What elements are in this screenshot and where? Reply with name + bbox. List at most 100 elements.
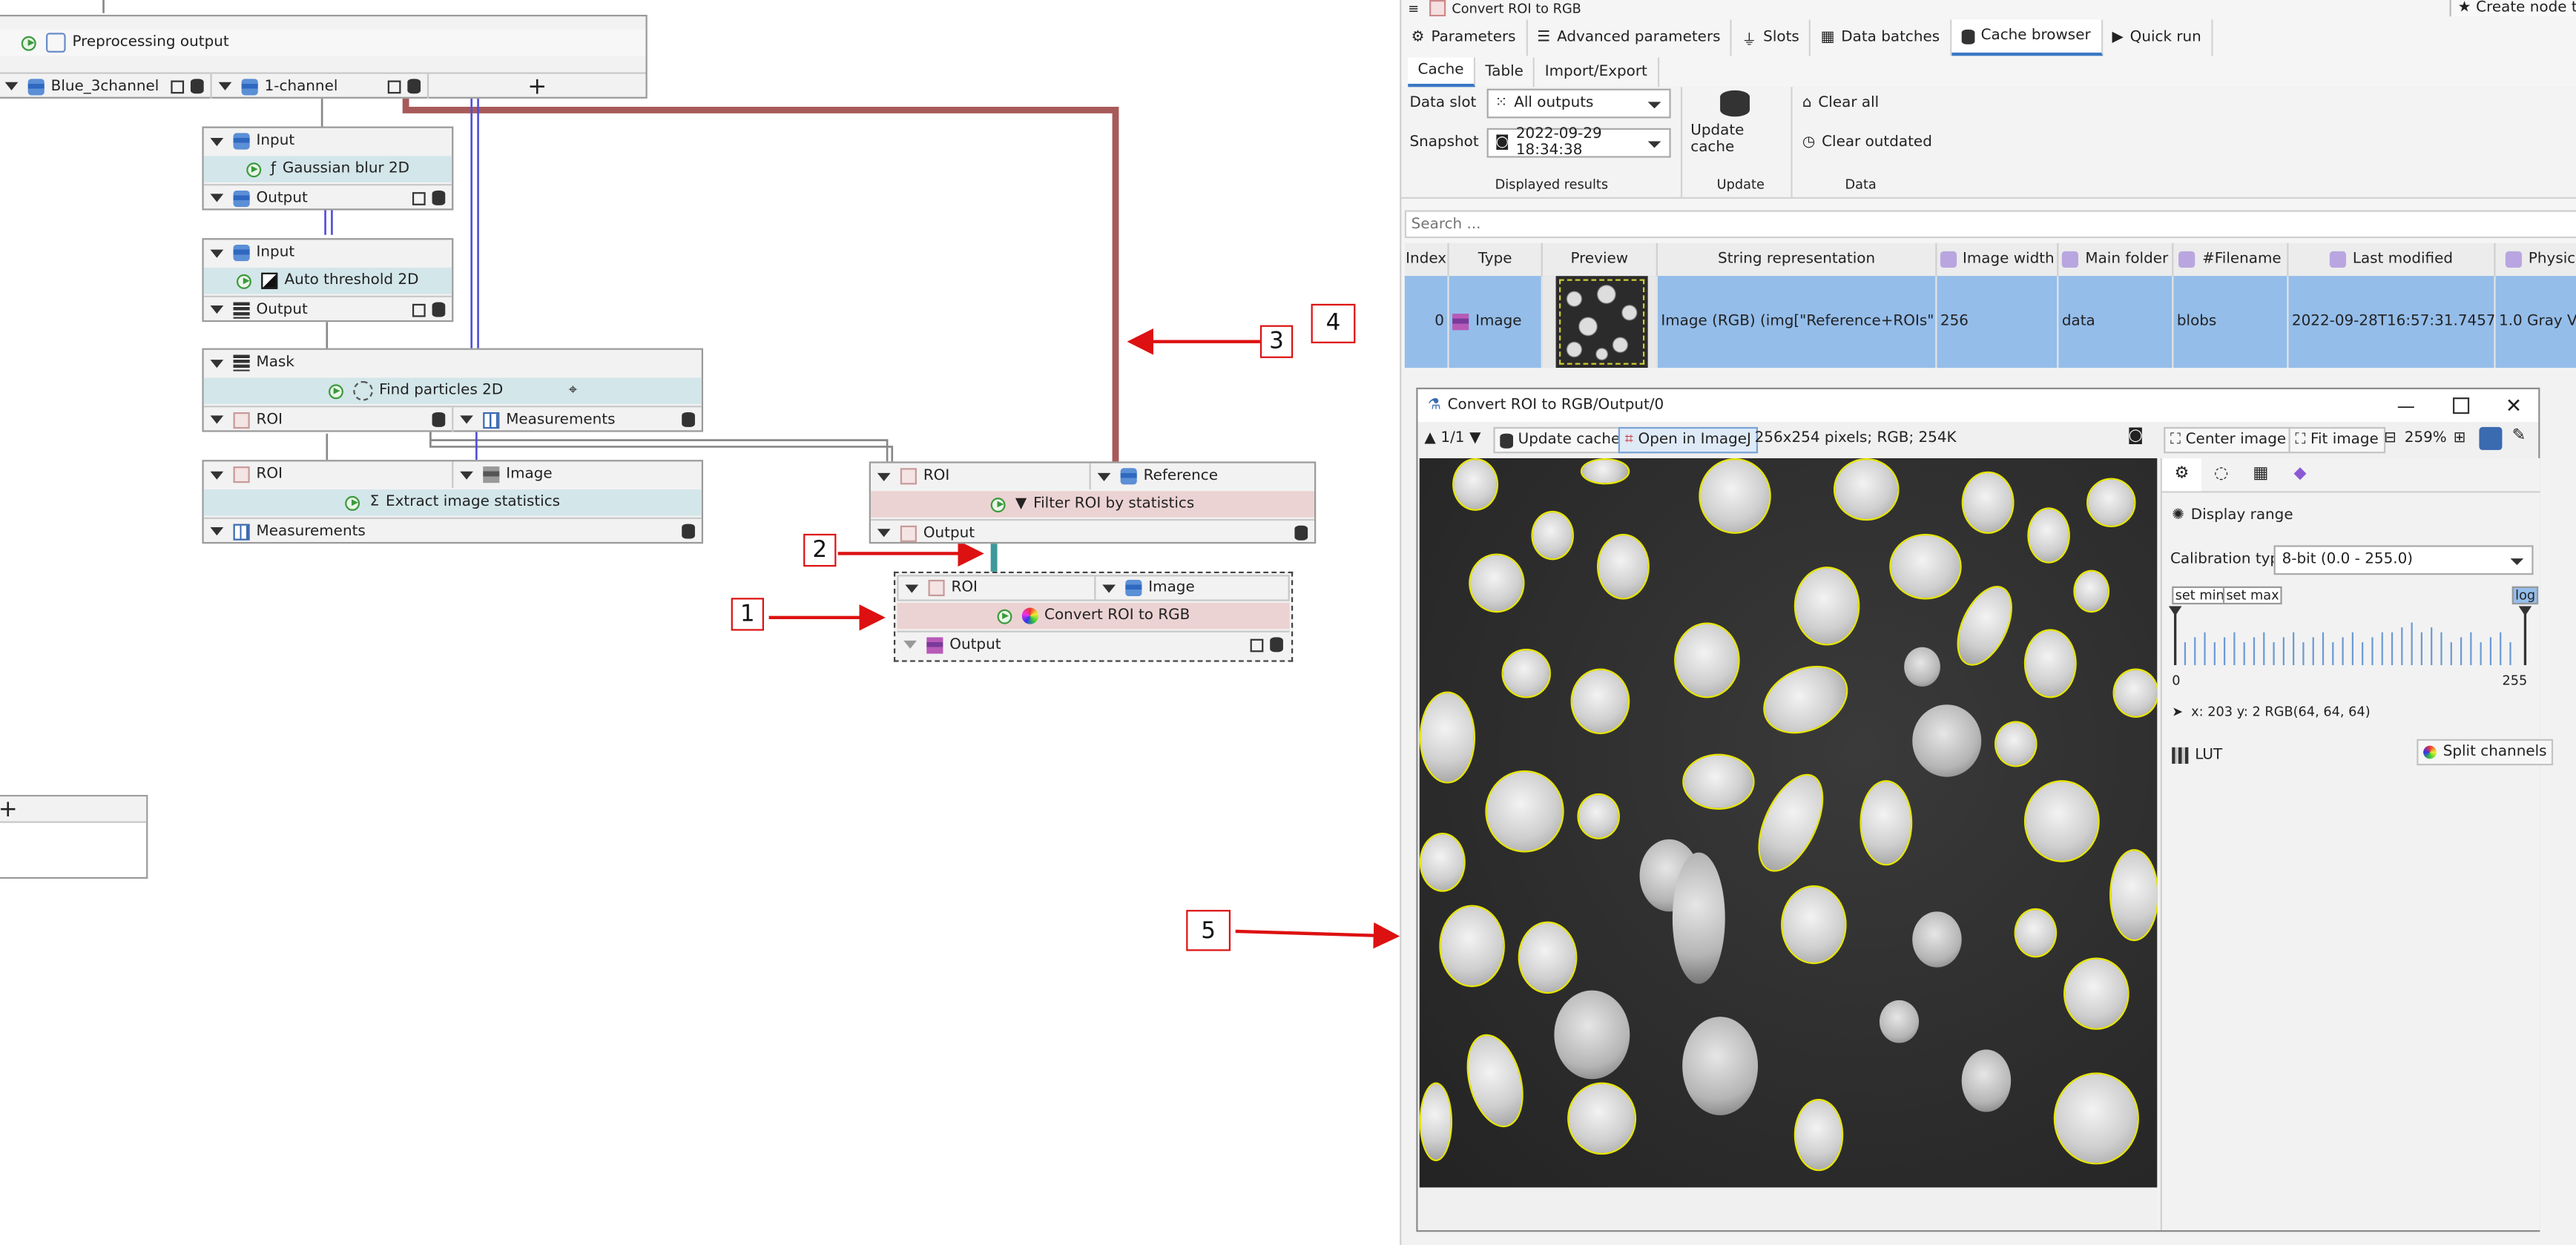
fit-image-button[interactable]: ⛶ Fit image bbox=[2288, 426, 2385, 454]
output-slot-1-channel[interactable]: 1-channel bbox=[212, 73, 429, 99]
chevron-down-icon[interactable] bbox=[210, 305, 224, 314]
column-header-image-width[interactable]: Image width bbox=[1937, 242, 2059, 277]
data-slot-dropdown[interactable]: ⁙ All outputs bbox=[1486, 88, 1671, 119]
split-channels-button[interactable]: Split channels bbox=[2417, 739, 2554, 766]
cache-db-icon[interactable] bbox=[432, 190, 446, 205]
tab-data-batches[interactable]: ▦ Data batches bbox=[1811, 19, 1951, 56]
input-slot-roi[interactable]: ROI bbox=[204, 461, 454, 488]
subtab-cache[interactable]: Cache bbox=[1408, 57, 1476, 87]
histogram[interactable] bbox=[2168, 606, 2534, 666]
graph-canvas[interactable]: Preprocessing output Blue_3channel 1-cha… bbox=[0, 0, 1400, 1245]
chevron-down-icon[interactable] bbox=[218, 82, 232, 90]
roi-tab-icon[interactable]: ◌ bbox=[2201, 458, 2241, 491]
node-convert-roi-to-rgb[interactable]: ROI Image Convert ROI to RGB Output bbox=[893, 571, 1294, 662]
cache-db-icon[interactable] bbox=[432, 412, 446, 427]
tags-tab-icon[interactable]: ◆ bbox=[2280, 458, 2319, 491]
subtab-table[interactable]: Table bbox=[1475, 57, 1535, 87]
set-min-button[interactable]: set min bbox=[2172, 586, 2228, 605]
tab-quick-run[interactable]: ▶ Quick run bbox=[2102, 19, 2213, 56]
image-canvas[interactable] bbox=[1419, 458, 2158, 1188]
column-header-string-representation[interactable]: String representation bbox=[1658, 242, 1937, 277]
node-preprocessing-output[interactable]: Preprocessing output Blue_3channel 1-cha… bbox=[0, 14, 648, 99]
zoom-out-icon[interactable]: ⊟ bbox=[2384, 430, 2397, 446]
cache-db-icon[interactable] bbox=[190, 79, 204, 94]
menu-icon[interactable]: ≡ bbox=[1408, 1, 1419, 16]
chevron-down-icon[interactable] bbox=[4, 82, 19, 90]
zoom-in-icon[interactable]: ⊞ bbox=[2454, 430, 2466, 446]
column-header-index[interactable]: Index bbox=[1405, 242, 1449, 277]
slot-snapshot-icon[interactable] bbox=[412, 303, 426, 317]
maximize-button[interactable] bbox=[2452, 397, 2470, 415]
chevron-down-icon[interactable] bbox=[210, 194, 224, 202]
add-slot-button[interactable]: + bbox=[0, 796, 147, 823]
tab-parameters[interactable]: ⚙ Parameters bbox=[1401, 19, 1528, 56]
chevron-down-icon[interactable] bbox=[210, 415, 224, 424]
chevron-down-icon[interactable] bbox=[877, 472, 891, 481]
column-header-last-modified[interactable]: Last modified bbox=[2288, 242, 2496, 277]
run-icon[interactable] bbox=[246, 162, 261, 177]
chevron-down-icon[interactable] bbox=[210, 527, 224, 536]
chevron-down-icon[interactable] bbox=[1097, 472, 1111, 481]
run-icon[interactable] bbox=[996, 608, 1012, 624]
center-image-button[interactable]: ⛶ Center image bbox=[2164, 426, 2293, 454]
viewer-update-cache-button[interactable]: Update cache bbox=[1493, 426, 1627, 454]
output-slot-measurements[interactable]: Measurements bbox=[453, 407, 701, 432]
node-auto-threshold[interactable]: Input Auto threshold 2D Output bbox=[202, 238, 454, 323]
table-row[interactable]: 0 Image Image (RGB) (img["Reference+ROIs… bbox=[1404, 276, 2576, 369]
run-icon[interactable] bbox=[328, 383, 343, 399]
slot-snapshot-icon[interactable] bbox=[387, 79, 401, 93]
measurements-tab-icon[interactable]: ▦ bbox=[2241, 458, 2280, 491]
close-button[interactable]: ✕ bbox=[2506, 394, 2522, 417]
subtab-import-export[interactable]: Import/Export bbox=[1535, 57, 1659, 87]
input-slot-image[interactable]: Image bbox=[453, 461, 701, 487]
input-slot-reference[interactable]: Reference bbox=[1091, 463, 1314, 489]
run-icon[interactable] bbox=[345, 495, 360, 510]
chevron-down-icon[interactable] bbox=[877, 529, 891, 538]
chevron-down-icon[interactable] bbox=[460, 470, 473, 479]
run-icon[interactable] bbox=[990, 497, 1006, 512]
zoom-control[interactable]: ⊟ 259% ⊞ bbox=[2384, 430, 2465, 446]
slot-snapshot-icon[interactable] bbox=[1250, 638, 1264, 652]
tab-cache-browser[interactable]: Cache browser bbox=[1951, 19, 2103, 56]
page-selector[interactable]: ▲ 1/1 ▼ bbox=[1424, 430, 1480, 446]
update-cache-button[interactable]: Update cache bbox=[1690, 90, 1779, 156]
output-slot-blue-3channel[interactable]: Blue_3channel bbox=[0, 73, 212, 99]
add-slot-button[interactable]: + bbox=[429, 73, 645, 99]
output-slot-roi[interactable]: ROI bbox=[204, 407, 454, 432]
chevron-down-icon[interactable] bbox=[903, 640, 917, 649]
slot-snapshot-icon[interactable] bbox=[412, 191, 426, 205]
chevron-down-icon[interactable] bbox=[460, 415, 473, 424]
snapshot-dropdown[interactable]: ◙ 2022-09-29 18:34:38 bbox=[1486, 127, 1671, 159]
column-header-preview[interactable]: Preview bbox=[1543, 242, 1658, 277]
chevron-down-icon[interactable] bbox=[210, 358, 224, 368]
column-header-main-folder[interactable]: Main folder bbox=[2058, 242, 2174, 277]
input-slot-roi[interactable]: ROI bbox=[871, 463, 1091, 490]
node-partial-left[interactable]: + bbox=[0, 795, 148, 879]
tab-advanced-parameters[interactable]: ☰ Advanced parameters bbox=[1527, 19, 1733, 56]
cache-db-icon[interactable] bbox=[407, 79, 421, 94]
chevron-down-icon[interactable] bbox=[905, 584, 919, 592]
minimize-button[interactable]: — bbox=[2397, 395, 2415, 417]
tab-slots[interactable]: ⏚ Slots bbox=[1732, 19, 1811, 56]
cache-db-icon[interactable] bbox=[682, 412, 695, 427]
slot-snapshot-icon[interactable] bbox=[171, 79, 185, 93]
node-extract-image-statistics[interactable]: ROI Image Σ Extract image statistics Meas… bbox=[202, 460, 704, 544]
chevron-down-icon[interactable] bbox=[210, 136, 224, 146]
column-header-filename[interactable]: #Filename bbox=[2173, 242, 2289, 277]
cache-db-icon[interactable] bbox=[432, 302, 446, 317]
settings-tab-gear-icon[interactable]: ⚙ bbox=[2161, 458, 2202, 492]
pin-icon[interactable]: ✎ bbox=[2512, 427, 2526, 445]
node-find-particles[interactable]: Mask Find particles 2D ⌖ ROI Measurements bbox=[202, 348, 704, 432]
input-slot-image[interactable]: Image bbox=[1096, 576, 1288, 599]
column-header-physical[interactable]: Physic bbox=[2496, 243, 2576, 276]
input-slot-roi[interactable]: ROI bbox=[899, 576, 1096, 600]
chevron-down-icon[interactable] bbox=[210, 470, 224, 479]
create-node-template-button[interactable]: ★Create node ter bbox=[2449, 0, 2576, 17]
set-max-button[interactable]: set max bbox=[2222, 586, 2283, 605]
run-icon[interactable] bbox=[21, 35, 36, 50]
calibration-type-dropdown[interactable]: 8-bit (0.0 - 255.0) bbox=[2273, 545, 2534, 575]
toggle-sidebar-icon[interactable] bbox=[2479, 426, 2503, 450]
chevron-down-icon[interactable] bbox=[210, 248, 224, 257]
clear-all-button[interactable]: ⌂ Clear all bbox=[1802, 95, 1879, 111]
cache-db-icon[interactable] bbox=[682, 524, 695, 539]
